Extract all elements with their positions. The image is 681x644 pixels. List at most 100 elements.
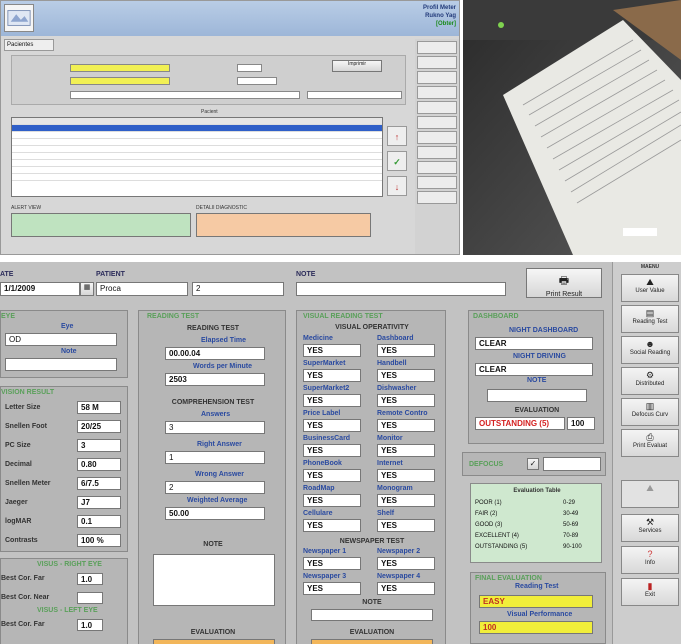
table-row[interactable] — [12, 153, 382, 160]
newspaper-field[interactable]: YES — [303, 557, 361, 570]
weighted-average-field[interactable]: 50.00 — [165, 507, 265, 520]
vision-row-field[interactable]: 100 % — [77, 534, 121, 547]
check-icon[interactable]: ✓ — [527, 458, 539, 470]
down-arrow-icon[interactable]: ↓ — [387, 176, 407, 196]
mini-data-grid[interactable] — [11, 117, 383, 197]
visual-item-field[interactable]: YES — [377, 419, 435, 432]
note-field[interactable] — [296, 282, 506, 296]
mini-side-button[interactable] — [417, 86, 457, 99]
visual-eval-field[interactable] — [311, 639, 433, 644]
visual-item-field[interactable]: YES — [303, 369, 361, 382]
mini-yellow-field[interactable] — [70, 77, 170, 85]
mini-note-field[interactable] — [70, 91, 300, 99]
visual-item-field[interactable]: YES — [377, 394, 435, 407]
vision-row-field[interactable]: 20/25 — [77, 420, 121, 433]
vision-row-field[interactable]: 0.80 — [77, 458, 121, 471]
newspaper-field[interactable]: YES — [377, 557, 435, 570]
table-row[interactable] — [12, 160, 382, 167]
patient-id-field[interactable]: 2 — [192, 282, 284, 296]
mini-diagnostic-table[interactable] — [196, 213, 371, 237]
vision-row-field[interactable]: 0.1 — [77, 515, 121, 528]
sidebar-item-distributed[interactable]: ⚙ Distributed — [621, 367, 679, 395]
final-reading-field[interactable]: EASY — [479, 595, 593, 608]
visual-item-field[interactable]: YES — [303, 469, 361, 482]
eye-field[interactable]: OD — [5, 333, 117, 346]
visual-item-field[interactable]: YES — [303, 494, 361, 507]
mini-side-button[interactable] — [417, 101, 457, 114]
vision-row-field[interactable]: J7 — [77, 496, 121, 509]
patient-field[interactable]: Proca — [96, 282, 188, 296]
mini-side-button[interactable] — [417, 41, 457, 54]
newspaper-field[interactable]: YES — [303, 582, 361, 595]
vision-row-field[interactable]: 58 M — [77, 401, 121, 414]
mini-side-button[interactable] — [417, 116, 457, 129]
mini-alert-table[interactable] — [11, 213, 191, 237]
best-cor-far-field[interactable]: 1.0 — [77, 573, 103, 585]
check-icon[interactable]: ✓ — [387, 151, 407, 171]
mini-side-button[interactable] — [417, 71, 457, 84]
wpm-field[interactable]: 2503 — [165, 373, 265, 386]
table-row[interactable] — [12, 167, 382, 174]
reading-note-field[interactable] — [153, 554, 275, 606]
visual-item-field[interactable]: YES — [303, 419, 361, 432]
visual-item-field[interactable]: YES — [377, 494, 435, 507]
table-row[interactable] — [12, 146, 382, 153]
sidebar-item-services[interactable]: ⚒ Services — [621, 514, 679, 542]
elapsed-time-field[interactable]: 00.00.04 — [165, 347, 265, 360]
visual-item-field[interactable]: YES — [377, 344, 435, 357]
newspaper-field[interactable]: YES — [377, 582, 435, 595]
vision-row-field[interactable]: 3 — [77, 439, 121, 452]
vision-row-field[interactable]: 6/7.5 — [77, 477, 121, 490]
table-row[interactable] — [12, 139, 382, 146]
visual-item-field[interactable]: YES — [377, 469, 435, 482]
mini-field[interactable] — [237, 77, 277, 85]
visual-item-field[interactable]: YES — [377, 369, 435, 382]
night-driving-field[interactable]: CLEAR — [475, 363, 593, 376]
mini-side-button[interactable] — [417, 191, 457, 204]
up-arrow-icon[interactable]: ↑ — [387, 126, 407, 146]
date-field[interactable]: 1/1/2009 — [0, 282, 80, 296]
mini-side-button[interactable] — [417, 56, 457, 69]
answers-field[interactable]: 3 — [165, 421, 265, 434]
mini-tab[interactable]: Pacientes — [4, 39, 54, 51]
right-answer-field[interactable]: 1 — [165, 451, 265, 464]
visual-note-field[interactable] — [311, 609, 433, 621]
wrong-answer-field[interactable]: 2 — [165, 481, 265, 494]
mini-field[interactable] — [237, 64, 262, 72]
best-cor-near-field[interactable] — [77, 592, 103, 604]
sidebar-item-defocus-curve[interactable]: ▥ Defocus Curv — [621, 398, 679, 426]
best-cor-far-left-field[interactable]: 1.0 — [77, 619, 103, 631]
sidebar-item-reading-test[interactable]: ▤ Reading Test — [621, 305, 679, 333]
sidebar-item-info[interactable]: ? Info — [621, 546, 679, 574]
visual-item-field[interactable]: YES — [377, 444, 435, 457]
sidebar-item-social-reading[interactable]: ☻ Social Reading — [621, 336, 679, 364]
defocus-field[interactable] — [543, 457, 601, 471]
reading-eval-field[interactable] — [153, 639, 275, 644]
sidebar-item-exit[interactable]: ▮ Exit — [621, 578, 679, 606]
mini-side-button[interactable] — [417, 131, 457, 144]
print-result-button[interactable]: 🖶 Print Result — [526, 268, 602, 298]
top-link[interactable]: Rukno Yag — [423, 12, 456, 20]
table-row[interactable] — [12, 174, 382, 181]
table-row[interactable] — [12, 125, 382, 132]
visual-item-field[interactable]: YES — [377, 519, 435, 532]
visual-item-field[interactable]: YES — [303, 394, 361, 407]
top-link[interactable]: [Obter] — [423, 20, 456, 28]
mini-print-button[interactable]: Imprimir — [332, 60, 382, 72]
night-dashboard-field[interactable]: CLEAR — [475, 337, 593, 350]
dashboard-eval-field[interactable]: OUTSTANDING (5) — [475, 417, 565, 430]
eye-note-field[interactable] — [5, 358, 117, 371]
final-visual-field[interactable]: 100 — [479, 621, 593, 634]
mini-side-button[interactable] — [417, 176, 457, 189]
table-row[interactable] — [12, 132, 382, 139]
visual-item-field[interactable]: YES — [303, 519, 361, 532]
visual-item-field[interactable]: YES — [303, 344, 361, 357]
sidebar-item-blank[interactable]: ⛰ — [621, 480, 679, 508]
calendar-icon[interactable]: ▦ — [80, 282, 94, 296]
dashboard-eval-score[interactable]: 100 — [567, 417, 595, 430]
mini-field[interactable] — [307, 91, 402, 99]
top-link[interactable]: Profil Meter — [423, 4, 456, 12]
mini-side-button[interactable] — [417, 146, 457, 159]
sidebar-item-print-evaluation[interactable]: ⎙ Print Evaluat — [621, 429, 679, 457]
dashboard-note-field[interactable] — [487, 389, 587, 402]
